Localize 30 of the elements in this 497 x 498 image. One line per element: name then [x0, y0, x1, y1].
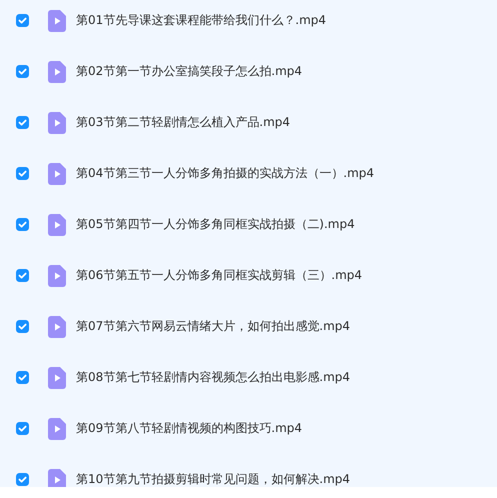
checkbox[interactable]	[16, 14, 29, 27]
file-name[interactable]: 第02节第一节办公室搞笑段子怎么拍.mp4	[76, 63, 302, 80]
checkbox[interactable]	[16, 320, 29, 333]
file-name[interactable]: 第01节先导课这套课程能带给我们什么？.mp4	[76, 12, 326, 29]
file-name[interactable]: 第05节第四节一人分饰多角同框实战拍摄（二).mp4	[76, 216, 355, 233]
checkbox[interactable]	[16, 269, 29, 282]
checkbox[interactable]	[16, 116, 29, 129]
file-name[interactable]: 第08节第七节轻剧情内容视频怎么拍出电影感.mp4	[76, 369, 350, 386]
video-file-icon	[48, 60, 66, 82]
video-file-icon	[48, 214, 66, 236]
checkbox[interactable]	[16, 473, 29, 486]
file-name[interactable]: 第07节第六节网易云情绪大片，如何拍出感觉.mp4	[76, 318, 350, 335]
file-name[interactable]: 第10节第九节拍摄剪辑时常见问题，如何解决.mp4	[76, 471, 350, 487]
video-file-icon	[48, 418, 66, 440]
file-name[interactable]: 第03节第二节轻剧情怎么植入产品.mp4	[76, 114, 290, 131]
file-name[interactable]: 第06节第五节一人分饰多角同框实战剪辑（三）.mp4	[76, 267, 362, 284]
video-file-icon	[48, 366, 66, 388]
video-file-icon	[48, 162, 66, 184]
video-file-icon	[48, 10, 66, 32]
video-file-icon	[48, 468, 66, 487]
checkbox[interactable]	[16, 371, 29, 384]
checkbox[interactable]	[16, 167, 29, 180]
checkbox[interactable]	[16, 218, 29, 231]
file-name[interactable]: 第04节第三节一人分饰多角拍摄的实战方法（一）.mp4	[76, 165, 374, 182]
video-file-icon	[48, 112, 66, 134]
video-file-icon	[48, 316, 66, 338]
file-name[interactable]: 第09节第八节轻剧情视频的构图技巧.mp4	[76, 420, 302, 437]
checkbox[interactable]	[16, 422, 29, 435]
video-file-icon	[48, 264, 66, 286]
checkbox[interactable]	[16, 65, 29, 78]
